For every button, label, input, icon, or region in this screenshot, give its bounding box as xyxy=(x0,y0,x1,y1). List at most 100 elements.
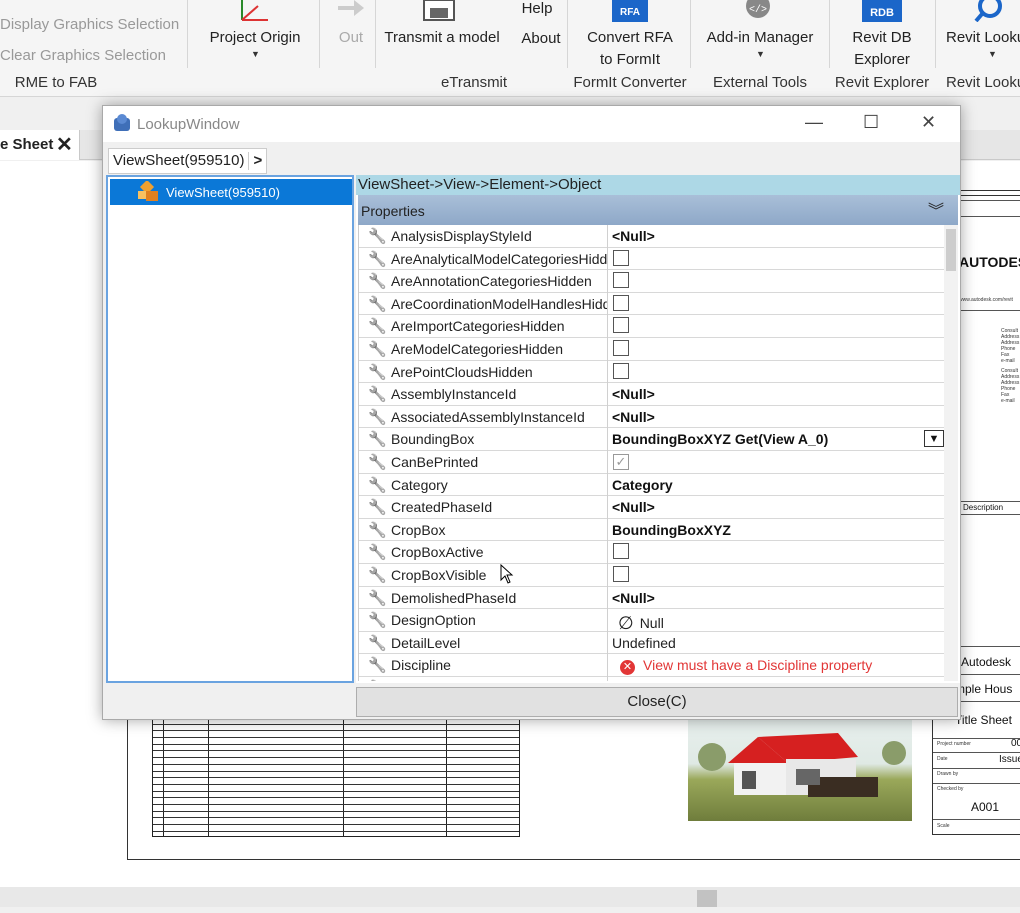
breadcrumb-arrow[interactable]: > xyxy=(248,152,262,170)
revit-db-explorer-button[interactable]: Revit DB Explorer xyxy=(838,27,926,71)
property-value[interactable]: BoundingBoxXYZ Get(View A_0) ▼ xyxy=(610,428,944,451)
display-graphics-selection-button[interactable]: Display Graphics Selection xyxy=(0,16,179,33)
out-button[interactable]: Out xyxy=(332,27,370,49)
properties-group-header[interactable]: Properties ︾ xyxy=(358,195,958,225)
collapse-icon[interactable]: ︾ xyxy=(928,197,944,221)
property-row[interactable]: 🔧 CropBox BoundingBoxXYZ xyxy=(359,518,944,542)
close-window-button[interactable]: ✕ xyxy=(921,112,936,133)
property-row[interactable]: 🔧 AreCoordinationModelHandlesHidden xyxy=(359,292,944,316)
vertical-scrollbar-thumb[interactable] xyxy=(946,229,956,271)
property-checkbox[interactable] xyxy=(613,272,629,289)
property-checkbox[interactable] xyxy=(613,339,629,356)
help-button[interactable]: Help xyxy=(515,0,559,20)
property-row[interactable]: 🔧 ArePointCloudsHidden xyxy=(359,360,944,384)
wrench-icon: 🔧 xyxy=(368,431,387,449)
title-bar[interactable]: LookupWindow — ☐ ✕ xyxy=(103,106,960,142)
addin-manager-button[interactable]: Add-in Manager xyxy=(700,27,820,49)
wrench-icon: 🔧 xyxy=(368,612,387,630)
property-row[interactable]: 🔧 DesignOption ∅ Null xyxy=(359,609,944,632)
property-value[interactable]: <Null> xyxy=(610,587,944,610)
minimize-button[interactable]: — xyxy=(805,112,823,133)
tb-rule xyxy=(933,819,1020,820)
breadcrumb-item[interactable]: ViewSheet(959510) xyxy=(113,152,244,170)
property-value[interactable]: Category xyxy=(610,474,944,497)
property-value[interactable]: <Null> xyxy=(610,383,944,406)
property-checkbox[interactable] xyxy=(613,565,629,582)
property-value[interactable] xyxy=(610,541,944,564)
tree-item-viewsheet[interactable]: ViewSheet(959510) xyxy=(110,179,352,205)
vertical-scrollbar[interactable] xyxy=(944,225,958,681)
object-tree[interactable]: ViewSheet(959510) xyxy=(106,175,354,683)
property-value[interactable] xyxy=(610,338,944,361)
property-value[interactable]: <Null> xyxy=(610,225,944,248)
property-row[interactable]: 🔧 DemolishedPhaseId <Null> xyxy=(359,586,944,610)
wrench-icon: 🔧 xyxy=(368,340,387,358)
schedule-row xyxy=(153,758,519,765)
project-origin-button[interactable]: Project Origin xyxy=(204,27,306,49)
tb-email: e-mail xyxy=(1001,358,1015,364)
transmit-model-button[interactable]: Transmit a model xyxy=(380,27,504,49)
tb-url: www.autodesk.com/revit xyxy=(959,297,1013,303)
property-value[interactable]: <Null> xyxy=(610,496,944,519)
property-checkbox[interactable] xyxy=(613,317,629,334)
schedule-row xyxy=(153,805,519,812)
horizontal-scrollbar[interactable] xyxy=(0,887,1020,907)
property-row[interactable]: 🔧 CreatedPhaseId <Null> xyxy=(359,496,944,519)
property-value[interactable]: ∅ Null xyxy=(610,609,944,632)
property-checkbox[interactable] xyxy=(613,543,629,560)
property-row[interactable]: 🔧 CropBoxVisible xyxy=(359,563,944,587)
schedule-row xyxy=(153,725,519,732)
property-value[interactable]: BoundingBoxXYZ xyxy=(610,519,944,542)
property-row[interactable]: 🔧 AreAnnotationCategoriesHidden xyxy=(359,270,944,293)
property-name: 🔧 CropBox xyxy=(359,518,608,542)
revit-lookup-button[interactable]: Revit Looku xyxy=(946,27,1020,49)
maximize-button[interactable]: ☐ xyxy=(863,112,879,133)
property-row[interactable]: 🔧 Category Category xyxy=(359,473,944,497)
property-value[interactable]: Undefined xyxy=(610,632,944,655)
convert-rfa-line2: to FormIt xyxy=(599,51,660,68)
tab-sheet[interactable]: e Sheet ✕ xyxy=(0,130,80,160)
property-checkbox[interactable] xyxy=(613,249,629,266)
property-checkbox[interactable] xyxy=(613,294,629,311)
property-row[interactable]: 🔧 CropBoxActive xyxy=(359,541,944,564)
tb-rule xyxy=(933,768,1020,769)
property-grid[interactable]: 🔧 AnalysisDisplayStyleId <Null> 🔧 AreAnalyti… xyxy=(358,225,944,681)
property-name-label: Discipline xyxy=(391,657,451,674)
property-value[interactable]: ✓ xyxy=(610,451,944,474)
property-row[interactable]: 🔧 DetailLevel Undefined xyxy=(359,631,944,655)
property-row[interactable]: 🔧 AreAnalyticalModelCategoriesHidden xyxy=(359,247,944,271)
property-checkbox[interactable] xyxy=(613,362,629,379)
close-button[interactable]: Close(C) xyxy=(356,687,958,717)
property-name: 🔧 CropBoxVisible xyxy=(359,563,608,587)
property-row[interactable]: 🔧 AssociatedAssemblyInstanceId <Null> xyxy=(359,405,944,429)
property-value[interactable] xyxy=(610,315,944,338)
property-row[interactable]: 🔧 AssemblyInstanceId <Null> xyxy=(359,383,944,406)
property-value[interactable] xyxy=(610,248,944,271)
property-value[interactable]: <Null> xyxy=(610,406,944,429)
property-row[interactable]: 🔧 BoundingBox BoundingBoxXYZ Get(View A_0)… xyxy=(359,428,944,451)
about-button[interactable]: About xyxy=(515,28,567,50)
dropdown-button[interactable]: ▼ xyxy=(924,430,944,448)
property-value[interactable] xyxy=(610,677,944,681)
property-value[interactable]: ✕ View must have a Discipline property xyxy=(610,654,944,677)
clear-graphics-selection-button[interactable]: Clear Graphics Selection xyxy=(0,47,166,64)
horizontal-scrollbar-thumb[interactable] xyxy=(697,890,717,907)
property-row[interactable]: 🔧 AreModelCategoriesHidden xyxy=(359,337,944,361)
property-row[interactable]: 🔧 Discipline ✕ View must have a Discipline … xyxy=(359,654,944,677)
breadcrumb[interactable]: ViewSheet(959510) > xyxy=(108,148,268,174)
property-value[interactable] xyxy=(610,361,944,384)
property-row[interactable]: 🔧 AreImportCategoriesHidden xyxy=(359,315,944,338)
property-name-label: AssemblyInstanceId xyxy=(391,386,517,403)
convert-rfa-button[interactable]: Convert RFA to FormIt xyxy=(574,27,686,71)
property-row[interactable]: 🔧 DisplayStyle xyxy=(359,676,944,681)
property-row[interactable]: 🔧 AnalysisDisplayStyleId <Null> xyxy=(359,225,944,248)
schedule-row xyxy=(153,792,519,799)
property-row[interactable]: 🔧 CanBePrinted ✓ xyxy=(359,450,944,474)
rdb-icon: RDB xyxy=(862,0,902,22)
close-icon[interactable]: ✕ xyxy=(56,132,73,157)
property-value[interactable] xyxy=(610,270,944,293)
property-value[interactable] xyxy=(610,293,944,316)
property-value[interactable] xyxy=(610,564,944,587)
property-name: 🔧 CanBePrinted xyxy=(359,450,608,474)
property-checkbox-checked[interactable]: ✓ xyxy=(613,453,629,470)
